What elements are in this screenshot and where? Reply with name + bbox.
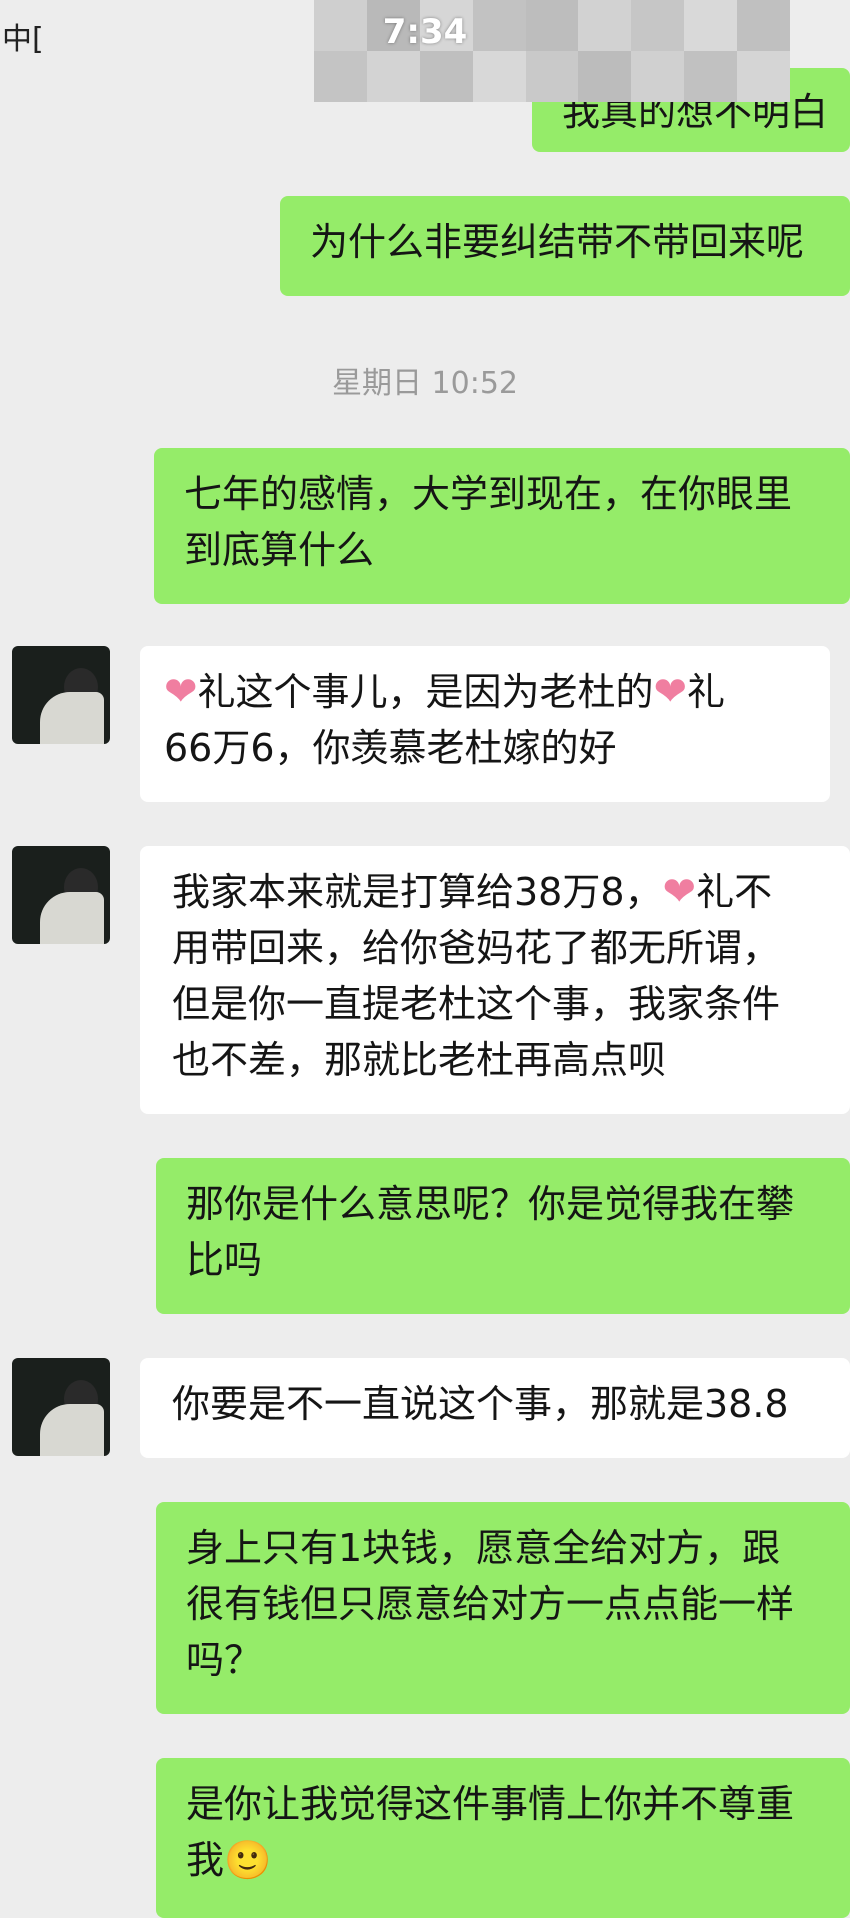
message-text-line: 是你让我觉得这件事情上你并不尊重	[186, 1782, 795, 1826]
message-text-line: 比吗	[186, 1238, 263, 1282]
message-text: 为什么非要纠结带不带回来呢	[310, 220, 805, 264]
message-text: 礼这个事儿，是因为老杜的	[197, 670, 654, 714]
message-text: 你要是不一直说这个事，那就是38.8	[172, 1382, 789, 1426]
message-bubble-other[interactable]: 我家本来就是打算给38万8，❤礼不 用带回来，给你爸妈花了都无所谓， 但是你一直…	[140, 846, 850, 1114]
heart-icon: ❤	[164, 669, 198, 715]
message-text-line: 那你是什么意思呢？你是觉得我在攀	[186, 1182, 795, 1226]
message-text-line: 也不差，那就比老杜再高点呗	[172, 1038, 667, 1082]
message-text: 我家本来就是打算给38万8，	[172, 870, 663, 914]
message-bubble-me[interactable]: 那你是什么意思呢？你是觉得我在攀 比吗	[156, 1158, 850, 1314]
message-bubble-me[interactable]: 身上只有1块钱，愿意全给对方，跟 很有钱但只愿意给对方一点点能一样 吗？	[156, 1502, 850, 1714]
message-text-line: 到底算什么	[184, 528, 375, 572]
message-bubble-me[interactable]: 是你让我觉得这件事情上你并不尊重 我🙂	[156, 1758, 850, 1918]
message-text: 礼不	[696, 870, 773, 914]
message-text-line: 用带回来，给你爸妈花了都无所谓，	[172, 926, 781, 970]
contact-avatar[interactable]	[12, 1358, 110, 1456]
message-text-line: 66万6，你羡慕老杜嫁的好	[164, 726, 617, 770]
message-bubble-me[interactable]: 为什么非要纠结带不带回来呢	[280, 196, 850, 296]
message-bubble-other[interactable]: ❤礼这个事儿，是因为老杜的❤礼 66万6，你羡慕老杜嫁的好	[140, 646, 830, 802]
message-text-line: 吗？	[186, 1638, 263, 1682]
message-text-line: 我🙂	[186, 1838, 272, 1882]
message-text-line: 身上只有1块钱，愿意全给对方，跟	[186, 1526, 781, 1570]
message-bubble-me[interactable]: 七年的感情，大学到现在，在你眼里 到底算什么	[154, 448, 850, 604]
message-text-line: 七年的感情，大学到现在，在你眼里	[184, 472, 793, 516]
contact-avatar[interactable]	[12, 846, 110, 944]
chat-timestamp: 星期日 10:52	[332, 366, 518, 401]
contact-avatar[interactable]	[12, 646, 110, 744]
message-text-line: 很有钱但只愿意给对方一点点能一样	[186, 1582, 795, 1626]
message-text-line: 但是你一直提老杜这个事，我家条件	[172, 982, 781, 1026]
heart-icon: ❤	[653, 669, 688, 715]
status-time: 7:34	[382, 12, 468, 52]
message-bubble-other[interactable]: 你要是不一直说这个事，那就是38.8	[140, 1358, 850, 1458]
message-text: 礼	[687, 670, 726, 714]
heart-icon: ❤	[662, 869, 697, 915]
